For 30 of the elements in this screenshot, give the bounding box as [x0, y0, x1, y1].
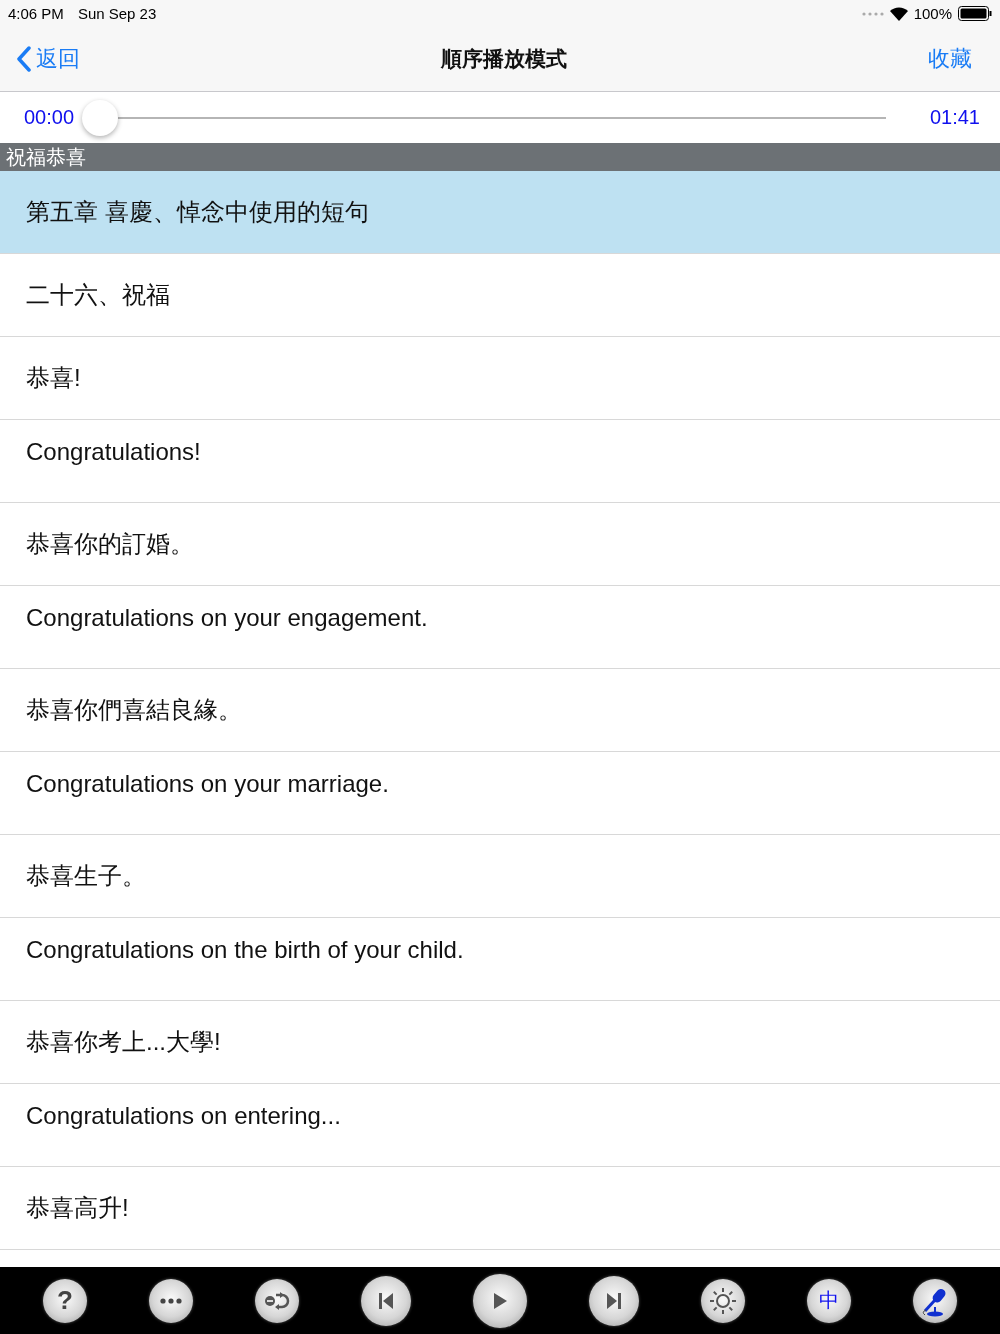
nav-title: 順序播放模式 [439, 46, 568, 72]
back-button[interactable]: 返回 [16, 44, 80, 74]
sun-icon [709, 1286, 737, 1315]
favorite-button[interactable]: 收藏 [928, 44, 972, 74]
battery-icon [958, 6, 992, 21]
elapsed-time: 00:00 [24, 106, 75, 129]
next-icon [606, 1291, 622, 1310]
repeat-button[interactable] [255, 1278, 299, 1323]
play-button[interactable] [473, 1273, 527, 1328]
list-row[interactable]: 第五章 喜慶、悼念中使用的短句 [0, 171, 1000, 254]
play-icon [492, 1291, 508, 1310]
previous-icon [378, 1291, 394, 1310]
signal-icon [861, 11, 884, 16]
more-icon [160, 1297, 182, 1304]
repeat-icon [264, 1289, 290, 1312]
brightness-button[interactable] [701, 1278, 745, 1323]
section-header: 祝福恭喜 [0, 143, 1000, 171]
help-button[interactable]: ? [43, 1278, 87, 1323]
previous-button[interactable] [361, 1275, 411, 1326]
status-time: 4:06 PM [8, 5, 64, 22]
slider-thumb[interactable] [82, 99, 119, 136]
status-date: Sun Sep 23 [77, 5, 157, 22]
total-time: 01:41 [929, 106, 980, 129]
next-button[interactable] [589, 1275, 639, 1326]
language-button[interactable]: 中 [807, 1278, 851, 1323]
battery-percent: 100% [913, 5, 952, 22]
microphone-button[interactable] [913, 1278, 957, 1323]
back-chevron-icon [16, 46, 32, 72]
wifi-icon [889, 6, 908, 21]
more-button[interactable] [149, 1278, 193, 1323]
